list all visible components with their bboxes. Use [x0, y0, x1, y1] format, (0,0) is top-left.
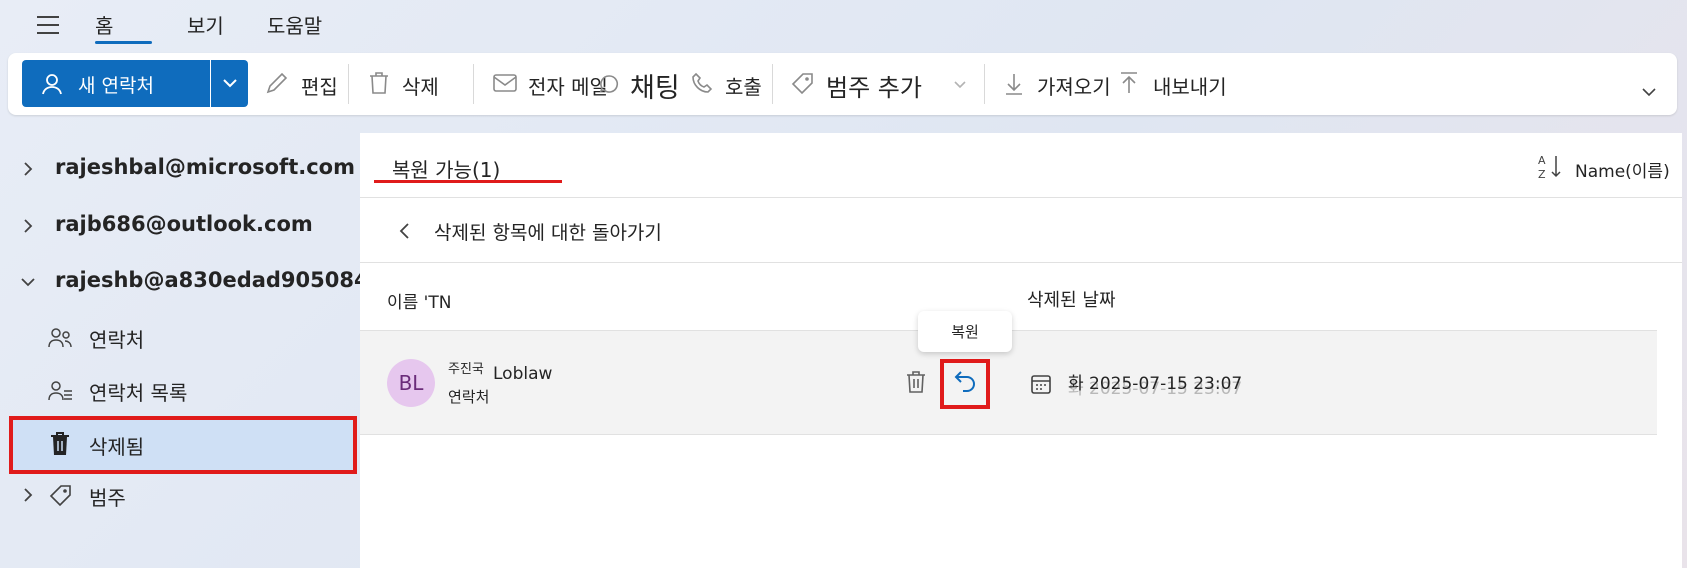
pencil-icon	[264, 70, 290, 96]
edit-label: 편집	[301, 75, 338, 99]
contact-list-icon	[47, 379, 73, 403]
ribbon-divider	[984, 64, 985, 104]
delete-label: 삭제	[402, 75, 439, 99]
divider	[360, 197, 1682, 198]
phone-icon	[690, 71, 714, 95]
calendar-icon	[1029, 372, 1053, 396]
sidebar-item-contact-lists[interactable]: 연락처 목록	[47, 376, 347, 412]
call-label: 호출	[725, 75, 762, 99]
new-contact-label: 새 연락처	[78, 75, 154, 97]
new-contact-dropdown[interactable]	[211, 60, 248, 107]
hamburger-menu-icon[interactable]	[33, 10, 63, 40]
add-category-chevron-icon[interactable]	[952, 76, 968, 92]
column-header-name[interactable]: 이름 'TN	[387, 288, 451, 313]
trash-icon	[367, 70, 391, 96]
email-label: 전자 메일	[528, 75, 608, 99]
import-label: 가져오기	[1037, 75, 1111, 99]
ribbon-divider	[772, 64, 773, 104]
tab-home[interactable]: 홈	[95, 10, 113, 39]
account-email: rajeshb@a830edad9050849...	[55, 268, 408, 292]
svg-text:Z: Z	[1538, 168, 1546, 180]
new-contact-button[interactable]: 새 연락처	[22, 60, 210, 107]
back-chevron-icon[interactable]	[396, 220, 414, 242]
delete-permanently-icon[interactable]	[904, 369, 928, 395]
mail-icon	[492, 72, 518, 94]
highlight-box-restore	[940, 359, 990, 409]
chevron-down-icon	[18, 272, 38, 292]
restore-tooltip: 복원	[918, 311, 1012, 352]
tab-restorable[interactable]: 복원 가능(1)	[392, 154, 500, 183]
contact-name: Loblaw	[493, 364, 553, 384]
sidebar-item-label: 연락처 목록	[89, 381, 188, 405]
tab-view[interactable]: 보기	[187, 10, 224, 39]
tag-icon	[790, 71, 816, 97]
divider	[360, 262, 1682, 263]
chevron-right-icon	[18, 485, 38, 505]
avatar: BL	[387, 359, 435, 407]
tab-restorable-underline	[374, 180, 562, 183]
sidebar-item-label: 범주	[89, 486, 126, 510]
highlight-box-deleted	[9, 416, 357, 474]
chat-label: 채팅	[630, 73, 680, 104]
tab-help[interactable]: 도움말	[267, 10, 322, 39]
sort-label[interactable]: Name(이름)	[1575, 157, 1670, 182]
deleted-date: 화 2025-07-15 23:07	[1068, 374, 1243, 394]
sidebar-account-2[interactable]: rajb686@outlook.com	[18, 212, 348, 248]
chevron-right-icon	[18, 216, 38, 236]
download-icon	[1003, 71, 1025, 97]
sidebar-account-3[interactable]: rajeshb@a830edad9050849...	[18, 268, 407, 304]
sidebar-item-label: 연락처	[89, 328, 145, 352]
tag-icon	[48, 483, 74, 509]
chevron-right-icon	[18, 159, 38, 179]
add-category-label: 범주 추가	[826, 74, 922, 102]
people-icon	[47, 326, 73, 350]
ribbon-expand-chevron-icon[interactable]	[1640, 84, 1658, 100]
sidebar-item-contacts[interactable]: 연락처	[47, 323, 347, 359]
export-label: 내보내기	[1153, 75, 1227, 99]
ribbon-divider	[348, 64, 349, 104]
contact-type: 연락처	[448, 388, 490, 406]
divider	[360, 434, 1657, 435]
upload-icon	[1118, 70, 1140, 96]
column-header-deleted-date[interactable]: 삭제된 날짜	[1027, 286, 1116, 312]
ribbon-divider	[473, 64, 474, 104]
chevron-down-icon	[220, 73, 240, 93]
account-email: rajeshbal@microsoft.com	[55, 155, 355, 179]
sidebar-item-categories[interactable]: 범주	[18, 479, 348, 515]
account-email: rajb686@outlook.com	[55, 212, 313, 236]
sidebar-account-1[interactable]: rajeshbal@microsoft.com	[18, 155, 355, 191]
back-link[interactable]: 삭제된 항목에 대한 돌아가기	[434, 218, 662, 245]
sort-az-icon[interactable]: AZ	[1536, 152, 1564, 180]
chat-icon	[598, 73, 620, 95]
svg-text:A: A	[1538, 154, 1546, 167]
new-contact-icon	[39, 71, 65, 97]
contact-prefix: 주진국	[448, 362, 484, 377]
tab-home-underline	[95, 41, 152, 44]
